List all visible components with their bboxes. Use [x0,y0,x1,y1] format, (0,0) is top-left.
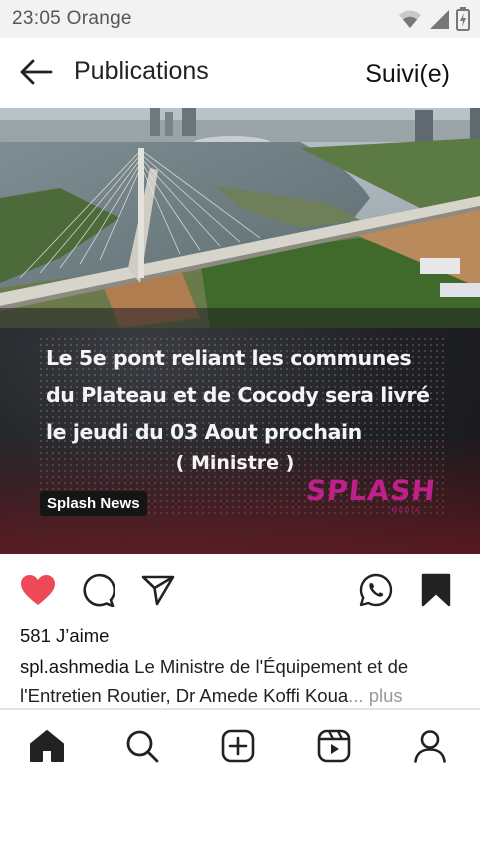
bridge-aerial-photo [0,108,480,328]
wifi-icon [399,10,421,28]
battery-icon [456,7,470,31]
arrow-left-icon [20,59,53,85]
post-actions [0,568,480,612]
image-headline-line: Le 5e pont reliant les communes [46,346,412,370]
post-caption: spl.ashmedia Le Ministre de l'Équipement… [20,652,470,710]
profile-icon [414,730,446,763]
nav-home-button[interactable] [25,724,69,768]
follow-button[interactable]: Suivi(e) [365,60,450,89]
caption-more-link[interactable]: plus [364,685,403,706]
image-subtitle: ( Ministre ) [175,452,295,474]
home-icon [30,730,64,762]
page-title: Publications [74,57,209,85]
bottom-nav [0,710,480,780]
caption-username[interactable]: spl.ashmedia [20,656,129,677]
likes-count[interactable]: 581 J’aime [20,625,109,647]
comment-button[interactable] [78,570,118,610]
nav-reels-button[interactable] [312,724,356,768]
image-headline-line: le jeudi du 03 Aout prochain [46,420,362,444]
nav-create-button[interactable] [216,724,260,768]
splash-logo: SPLASH [304,474,438,507]
whatsapp-share-button[interactable] [356,570,396,610]
status-bar: 23:05 Orange [0,0,480,38]
back-button[interactable] [16,54,56,90]
like-button[interactable] [18,570,58,610]
image-headline: Le 5e pont reliant les communes du Plate… [46,340,446,451]
status-icons [398,7,470,31]
status-time-carrier: 23:05 Orange [12,8,132,29]
bookmark-filled-icon [421,573,451,607]
reels-icon [317,729,351,763]
search-icon [126,730,159,763]
header: Publications Suivi(e) [0,38,480,108]
post-image[interactable]: Le 5e pont reliant les communes du Plate… [0,108,480,554]
send-icon [141,575,175,606]
splash-news-badge: Splash News [40,491,147,516]
nav-profile-button[interactable] [408,724,452,768]
image-headline-line: du Plateau et de Cocody sera livré [46,383,430,407]
comment-icon [83,573,115,607]
splash-logo-sub: MEDIA [392,508,422,514]
whatsapp-icon [359,573,393,607]
save-button[interactable] [416,570,456,610]
share-button[interactable] [138,570,178,610]
caption-ellipsis: ... [348,685,364,706]
heart-filled-icon [21,575,55,605]
add-post-icon [221,729,255,763]
signal-icon [430,10,449,29]
nav-search-button[interactable] [120,724,164,768]
